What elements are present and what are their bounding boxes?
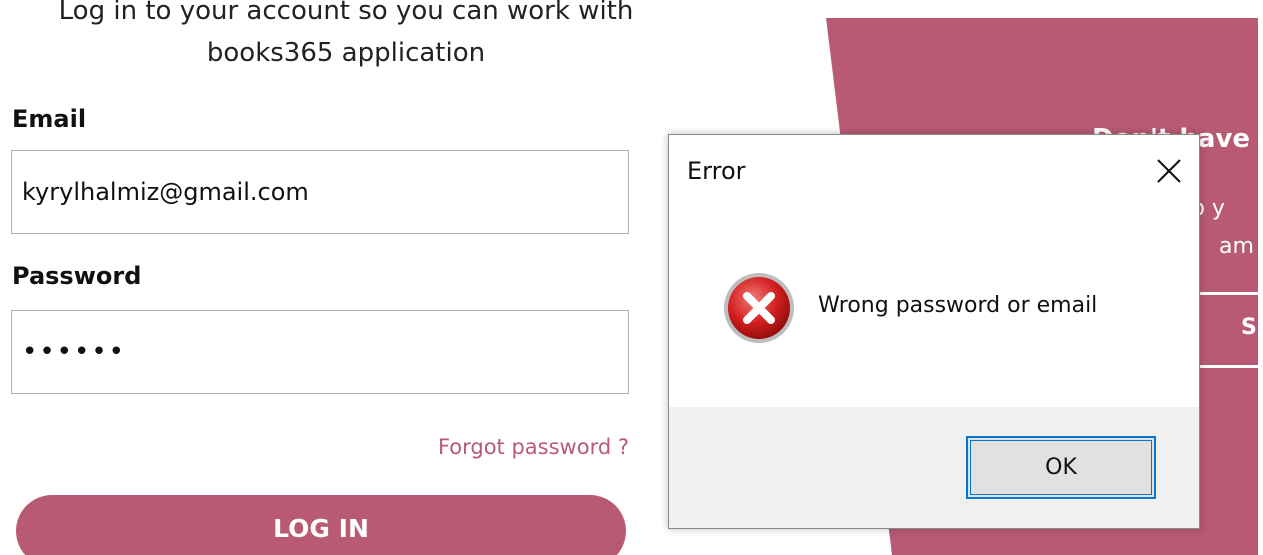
dialog-message: Wrong password or email	[818, 293, 1098, 318]
side-panel-text-line2: am	[1219, 234, 1254, 259]
close-icon[interactable]	[1153, 155, 1185, 187]
error-icon	[724, 273, 794, 343]
login-subtitle-line1: Log in to your account so you can work w…	[58, 0, 634, 26]
forgot-password-link[interactable]: Forgot password ?	[438, 435, 629, 459]
login-subtitle-line2: books365 application	[206, 38, 486, 68]
sign-up-button-label: S	[1241, 315, 1257, 340]
ok-button[interactable]: OK	[966, 436, 1156, 499]
dialog-title: Error	[687, 157, 746, 185]
error-dialog: Error Wrong password or email OK	[668, 134, 1200, 529]
email-field[interactable]	[11, 150, 629, 234]
password-label: Password	[12, 262, 142, 290]
login-button[interactable]: LOG IN	[16, 495, 626, 555]
app-window: Don't have so y am S Log in to your acco…	[0, 0, 1263, 555]
password-field[interactable]	[11, 310, 629, 394]
email-label: Email	[12, 105, 87, 133]
